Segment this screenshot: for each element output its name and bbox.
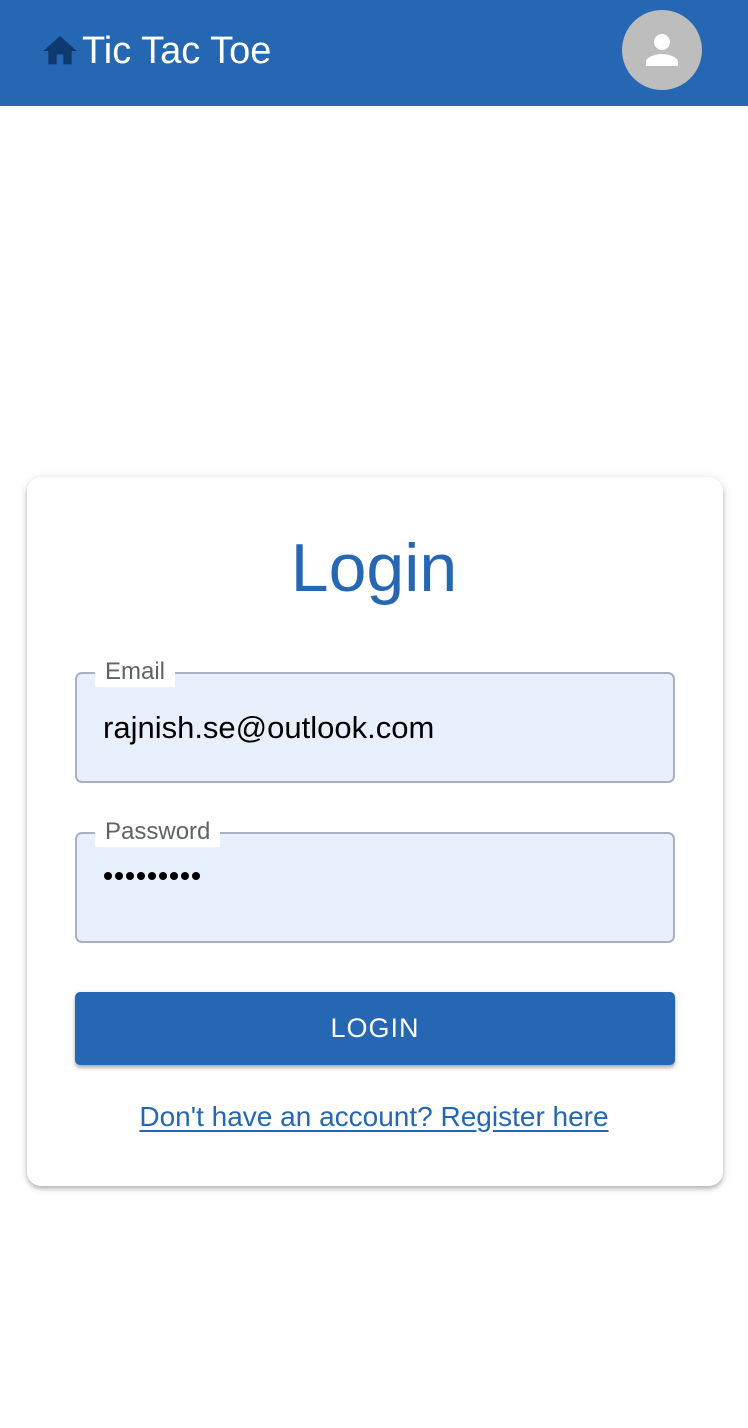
password-mask-dot [115, 872, 123, 880]
password-mask-dot [126, 872, 134, 880]
page-title: Login [290, 530, 458, 606]
app-bar: Tic Tac Toe [0, 0, 748, 106]
password-mask-dot [148, 872, 156, 880]
password-mask-dot [181, 872, 189, 880]
avatar[interactable] [622, 10, 702, 90]
login-button[interactable]: LOGIN [75, 992, 675, 1065]
email-field[interactable]: Email [75, 657, 675, 783]
password-mask-dot [192, 872, 200, 880]
register-link[interactable]: Don't have an account? Register here [0, 1098, 748, 1136]
password-field[interactable]: Password [75, 817, 675, 943]
password-mask-dot [159, 872, 167, 880]
home-icon [43, 36, 77, 65]
password-mask-dot [170, 872, 178, 880]
home-link[interactable]: Tic Tac Toe [40, 26, 271, 76]
password-mask-dot [104, 872, 112, 880]
password-label: Password [95, 817, 221, 847]
app-title: Tic Tac Toe [82, 30, 272, 72]
person-icon [646, 34, 678, 66]
password-masked-value[interactable] [104, 872, 200, 880]
password-mask-dot [137, 872, 145, 880]
email-input[interactable] [103, 674, 653, 781]
